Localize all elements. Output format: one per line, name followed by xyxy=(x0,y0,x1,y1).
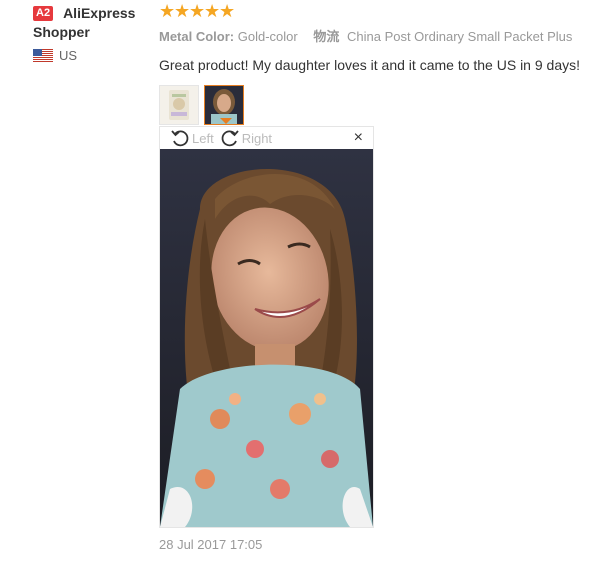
rotate-right-label: Right xyxy=(241,130,273,146)
product-attributes: Metal Color: Gold-color 物流 China Post Or… xyxy=(159,26,599,45)
rotate-left-icon xyxy=(171,130,189,147)
us-flag-icon xyxy=(33,49,53,62)
rotate-left-label: Left xyxy=(192,130,214,146)
star-icon: ★ xyxy=(219,1,236,21)
review-photo xyxy=(160,149,373,527)
star-icon: ★ xyxy=(174,1,191,21)
selected-thumbnail-pointer xyxy=(220,118,232,124)
star-icon: ★ xyxy=(189,1,206,21)
reviewer-name-row: A2 AliExpress xyxy=(33,4,153,23)
review-text: Great product! My daughter loves it and … xyxy=(159,57,580,73)
viewer-toolbar: Left Right × xyxy=(160,127,373,149)
reviewer-country: US xyxy=(33,48,153,63)
star-icon: ★ xyxy=(159,1,176,21)
reviewer-name-line2: Shopper xyxy=(33,24,90,40)
review-photo-image xyxy=(160,149,373,527)
close-icon[interactable]: × xyxy=(354,129,363,147)
star-icon: ★ xyxy=(204,1,221,21)
rotate-right-button[interactable]: Right xyxy=(220,128,272,148)
attr-color-value: Gold-color xyxy=(237,29,298,44)
reviewer-name: AliExpress xyxy=(63,5,136,21)
product-thumbnail-image xyxy=(160,86,198,124)
review-body: ★ ★ ★ ★ ★ Metal Color: Gold-color 物流 Chi… xyxy=(159,0,599,125)
attr-shipping-key: 物流 xyxy=(313,29,340,44)
country-label: US xyxy=(59,48,78,63)
attr-shipping-value: China Post Ordinary Small Packet Plus xyxy=(346,29,573,44)
attr-color-key: Metal Color: xyxy=(159,29,235,44)
review-thumbnail[interactable] xyxy=(159,85,199,125)
image-viewer: Left Right × xyxy=(159,126,374,528)
review-date: 28 Jul 2017 17:05 xyxy=(159,537,263,552)
star-rating: ★ ★ ★ ★ ★ xyxy=(159,2,599,20)
rotate-left-button[interactable]: Left xyxy=(170,128,214,148)
reviewer-info: A2 AliExpress Shopper US xyxy=(33,4,153,63)
level-badge: A2 xyxy=(33,6,54,21)
rotate-right-icon xyxy=(221,130,239,147)
